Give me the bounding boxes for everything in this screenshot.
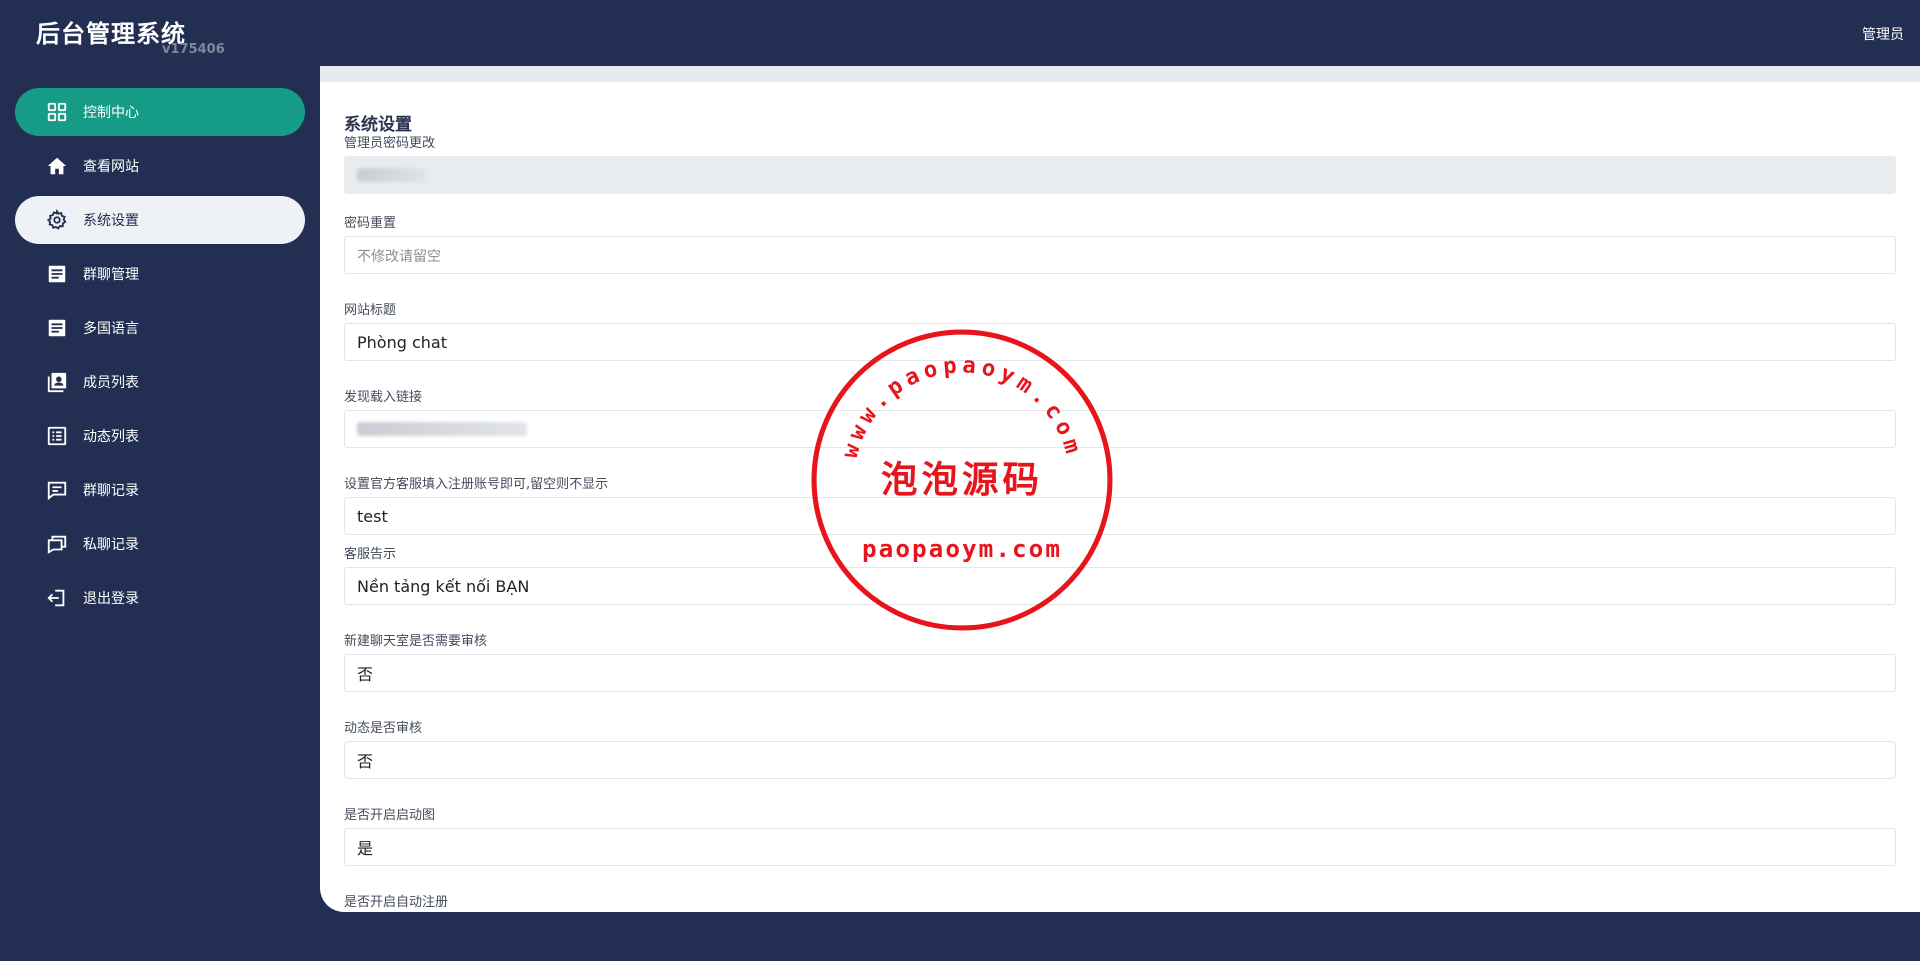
- field-label: 动态是否审核: [344, 721, 423, 736]
- field-moment-review: 动态是否审核 否: [344, 719, 1896, 779]
- logout-icon: [45, 586, 69, 610]
- field-password-reset: 密码重置: [344, 214, 1896, 274]
- brand-version: v175406: [162, 42, 225, 57]
- password-reset-input[interactable]: [344, 236, 1896, 274]
- sidebar-item-label: 查看网站: [83, 159, 139, 175]
- app-root: 后台管理系统 v175406 控制中心 查看网站 系统设置 群聊管理 多国语言 …: [0, 0, 1920, 961]
- comment-icon: [45, 478, 69, 502]
- document-icon: [45, 262, 69, 286]
- sidebar-item-label: 群聊记录: [83, 483, 139, 499]
- discover-link-input[interactable]: [344, 410, 1896, 448]
- sidebar-item-label: 私聊记录: [83, 537, 139, 553]
- field-splash-image: 是否开启启动图 是: [344, 806, 1896, 866]
- sidebar-item-label: 动态列表: [83, 429, 139, 445]
- field-service-notice: 客服告示 Nền tảng kết nối BẠN: [344, 545, 1896, 605]
- page-title: 系统设置: [344, 115, 412, 135]
- sidebar-item-label: 成员列表: [83, 375, 139, 391]
- document-icon: [45, 316, 69, 340]
- official-service-input[interactable]: test: [344, 497, 1896, 535]
- sidebar-item-settings[interactable]: 系统设置: [15, 196, 305, 244]
- field-label: 发现载入链接: [344, 390, 423, 405]
- field-official-service: 设置官方客服填入注册账号即可,留空则不显示 test: [344, 475, 1896, 535]
- site-title-input[interactable]: Phòng chat: [344, 323, 1896, 361]
- home-icon: [45, 154, 69, 178]
- field-label: 密码重置: [344, 216, 397, 231]
- field-discover-link: 发现载入链接: [344, 388, 1896, 448]
- field-label: 是否开启自动注册: [344, 895, 449, 910]
- sidebar: 后台管理系统 v175406 控制中心 查看网站 系统设置 群聊管理 多国语言 …: [0, 0, 320, 961]
- settings-form: 系统设置 管理员密码更改 密码重置 网站标题 Phòng chat 发现载入链接: [344, 110, 1896, 912]
- sidebar-item-label: 控制中心: [83, 105, 139, 121]
- field-room-review: 新建聊天室是否需要审核 否: [344, 632, 1896, 692]
- sidebar-item-label: 系统设置: [83, 213, 139, 229]
- blurred-value: [357, 422, 527, 436]
- dashboard-icon: [45, 100, 69, 124]
- sidebar-item-languages[interactable]: 多国语言: [15, 304, 305, 352]
- sidebar-item-moments[interactable]: 动态列表: [15, 412, 305, 460]
- header-user-name[interactable]: 管理员: [1862, 24, 1904, 44]
- field-label: 新建聊天室是否需要审核: [344, 634, 488, 649]
- field-admin-password: 管理员密码更改: [344, 134, 1896, 194]
- sidebar-item-private-records[interactable]: 私聊记录: [15, 520, 305, 568]
- field-label: 网站标题: [344, 303, 397, 318]
- moment-review-select[interactable]: 否: [344, 741, 1896, 779]
- sidebar-item-logout[interactable]: 退出登录: [15, 574, 305, 622]
- field-site-title: 网站标题 Phòng chat: [344, 301, 1896, 361]
- gear-icon: [45, 208, 69, 232]
- field-label: 设置官方客服填入注册账号即可,留空则不显示: [344, 477, 609, 492]
- sidebar-item-label: 群聊管理: [83, 267, 139, 283]
- sidebar-item-group-records[interactable]: 群聊记录: [15, 466, 305, 514]
- main-panel: 系统设置 管理员密码更改 密码重置 网站标题 Phòng chat 发现载入链接: [320, 66, 1920, 912]
- sidebar-nav: 控制中心 查看网站 系统设置 群聊管理 多国语言 成员列表 动态列表 群聊记录 …: [15, 88, 305, 628]
- chat-icon: [45, 532, 69, 556]
- field-label: 客服告示: [344, 547, 397, 562]
- sidebar-item-view-site[interactable]: 查看网站: [15, 142, 305, 190]
- room-review-select[interactable]: 否: [344, 654, 1896, 692]
- list-icon: [45, 424, 69, 448]
- sidebar-item-label: 多国语言: [83, 321, 139, 337]
- blurred-value: [357, 168, 427, 182]
- field-auto-register: 是否开启自动注册: [344, 893, 1896, 912]
- sidebar-item-group-chat[interactable]: 群聊管理: [15, 250, 305, 298]
- service-notice-input[interactable]: Nền tảng kết nối BẠN: [344, 567, 1896, 605]
- sidebar-item-dashboard[interactable]: 控制中心: [15, 88, 305, 136]
- admin-password-input[interactable]: [344, 156, 1896, 194]
- sidebar-item-label: 退出登录: [83, 591, 139, 607]
- contacts-icon: [45, 370, 69, 394]
- sidebar-item-members[interactable]: 成员列表: [15, 358, 305, 406]
- field-label: 管理员密码更改: [344, 136, 436, 151]
- splash-image-select[interactable]: 是: [344, 828, 1896, 866]
- field-label: 是否开启启动图: [344, 808, 436, 823]
